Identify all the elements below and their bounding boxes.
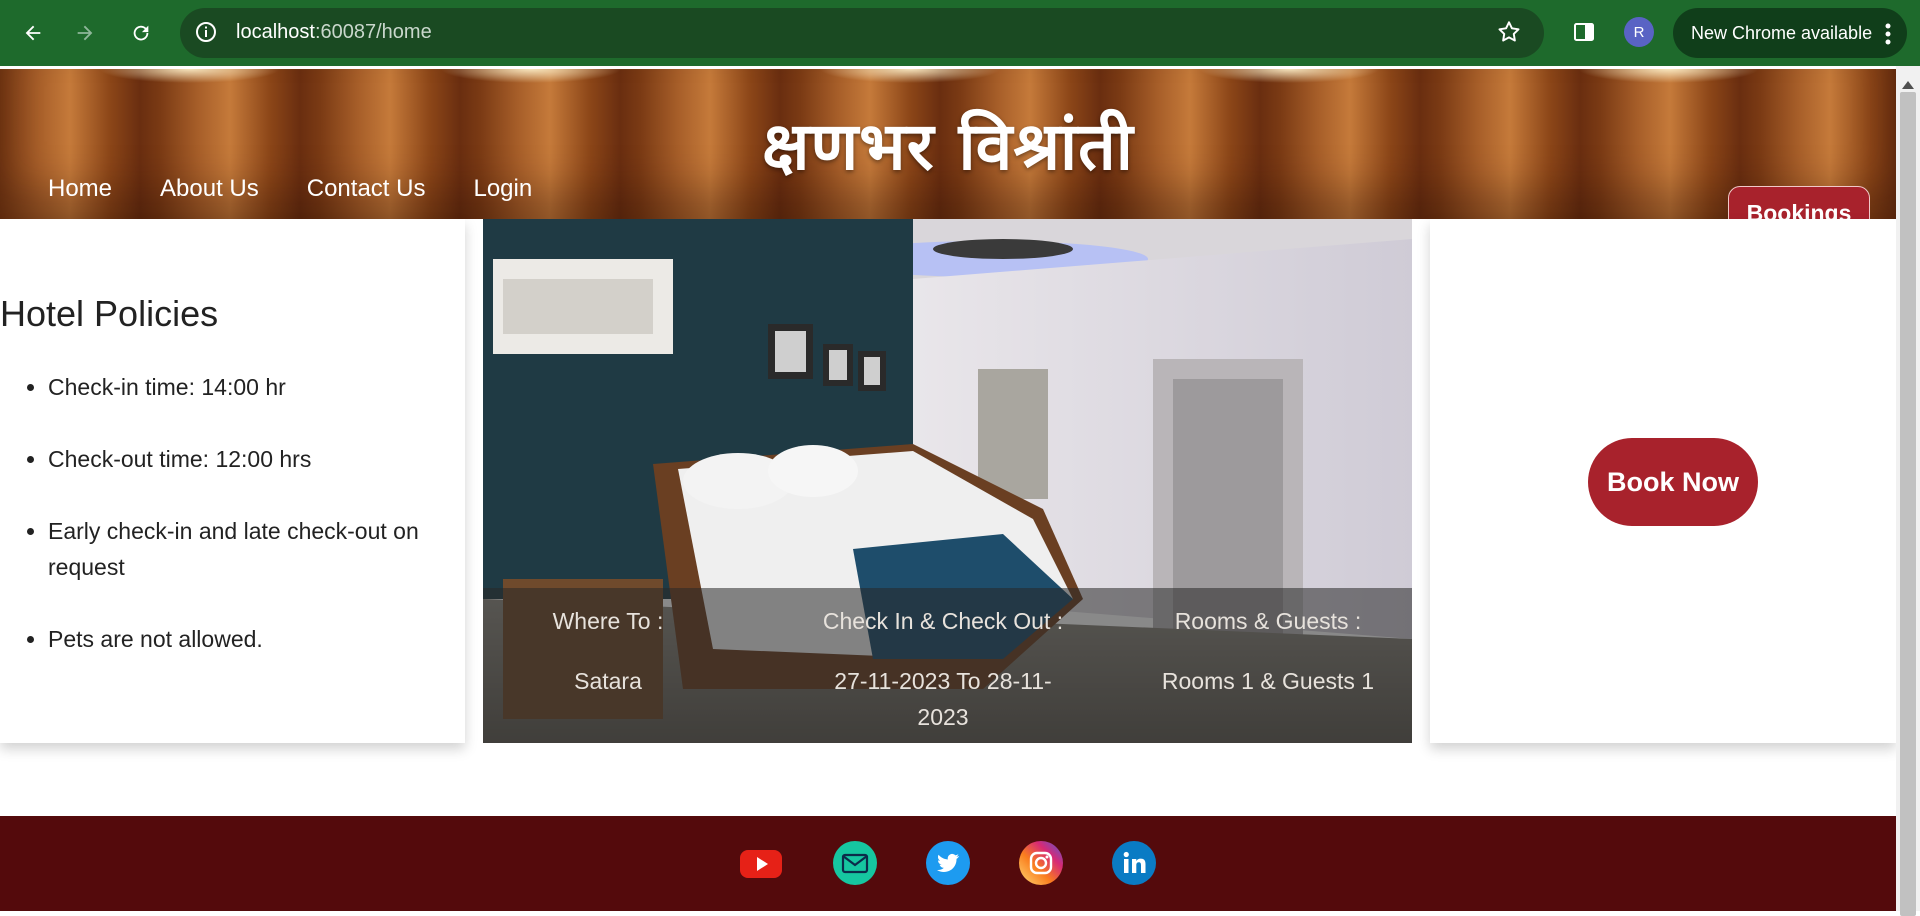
forward-button[interactable] xyxy=(66,14,104,52)
side-panel-icon[interactable] xyxy=(1572,20,1596,48)
policy-item: Early check-in and late check-out on req… xyxy=(48,513,458,585)
url-host: localhost xyxy=(236,21,315,43)
where-value: Satara xyxy=(574,668,642,694)
site-footer xyxy=(0,816,1896,911)
site-header: क्षणभर विश्रांती Home About Us Contact U… xyxy=(0,69,1896,240)
policy-item: Pets are not allowed. xyxy=(48,621,458,657)
policy-item: Check-out time: 12:00 hrs xyxy=(48,441,458,477)
profile-avatar[interactable]: R xyxy=(1624,17,1654,47)
kebab-menu-icon[interactable] xyxy=(1885,23,1891,50)
reload-button[interactable] xyxy=(122,14,160,52)
instagram-icon[interactable] xyxy=(1018,840,1064,886)
guests-value: Rooms 1 & Guests 1 xyxy=(1161,668,1375,694)
dates-value: 27-11-2023 To 28-11-2023 xyxy=(834,668,1052,730)
where-to: Where To : Satara xyxy=(543,608,673,699)
back-arrow-icon xyxy=(25,25,41,41)
search-summary: Where To : Satara Check In & Check Out :… xyxy=(483,588,1412,743)
nav-home[interactable]: Home xyxy=(48,175,112,203)
rooms-guests: Rooms & Guests : Rooms 1 & Guests 1 xyxy=(1143,608,1393,699)
nav-login[interactable]: Login xyxy=(473,175,532,203)
url-path: :60087/home xyxy=(314,21,432,43)
nav-about-us[interactable]: About Us xyxy=(160,175,259,203)
policies-title: Hotel Policies xyxy=(0,293,219,334)
youtube-icon[interactable] xyxy=(738,840,784,886)
back-button[interactable] xyxy=(14,14,52,52)
nav-contact-us[interactable]: Contact Us xyxy=(307,175,426,203)
forward-arrow-icon xyxy=(77,25,93,41)
update-label: New Chrome available xyxy=(1691,22,1873,43)
dates-label: Check In & Check Out : xyxy=(822,608,1064,634)
book-now-button[interactable]: Book Now xyxy=(1588,438,1758,526)
url-text[interactable]: localhost:60087/home xyxy=(236,21,432,44)
page-scrollbar[interactable] xyxy=(1896,66,1920,916)
check-in-out: Check In & Check Out : 27-11-2023 To 28-… xyxy=(813,608,1073,735)
site-info-icon[interactable] xyxy=(194,20,218,48)
book-now-panel: Book Now xyxy=(1430,219,1896,743)
chrome-update-button[interactable]: New Chrome available xyxy=(1673,8,1907,58)
bookmark-star-icon[interactable] xyxy=(1496,19,1522,49)
hotel-policies-panel: Hotel Policies Check-in time: 14:00 hr C… xyxy=(0,219,465,743)
address-bar[interactable]: localhost:60087/home xyxy=(180,8,1544,58)
reload-icon xyxy=(133,25,149,41)
where-label: Where To : xyxy=(552,608,664,634)
policy-item: Check-in time: 14:00 hr xyxy=(48,369,458,405)
room-photo: Where To : Satara Check In & Check Out :… xyxy=(483,219,1412,743)
main-nav: Home About Us Contact Us Login xyxy=(48,175,532,203)
email-icon[interactable] xyxy=(832,840,878,886)
twitter-icon[interactable] xyxy=(925,840,971,886)
policies-list: Check-in time: 14:00 hr Check-out time: … xyxy=(0,369,458,693)
scroll-up-arrow-icon[interactable] xyxy=(1902,74,1914,93)
browser-toolbar: localhost:60087/home R New Chrome availa… xyxy=(0,0,1920,66)
guests-label: Rooms & Guests : xyxy=(1174,608,1362,634)
scrollbar-thumb[interactable] xyxy=(1900,92,1916,916)
linkedin-icon[interactable] xyxy=(1111,840,1157,886)
